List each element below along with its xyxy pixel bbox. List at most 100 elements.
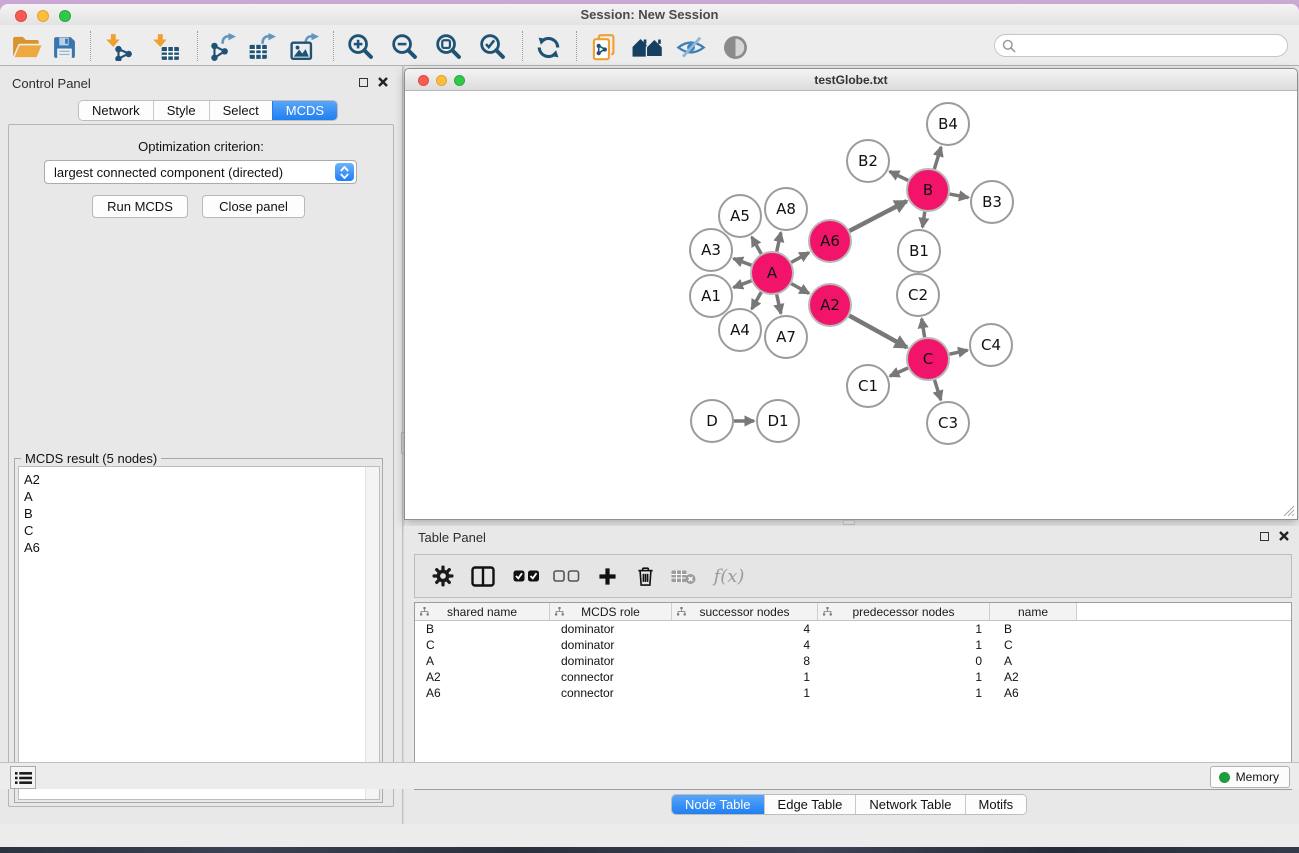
graph-edge-A-A4[interactable]	[752, 292, 761, 309]
column-header-mcds-role[interactable]: MCDS role	[550, 603, 672, 620]
graph-node-A4[interactable]: A4	[719, 309, 761, 351]
graph-node-C[interactable]: C	[907, 338, 949, 380]
window-resize-grip[interactable]	[1282, 504, 1295, 517]
mcds-result-list[interactable]: A2ABCA6	[18, 466, 380, 800]
graph-node-A5[interactable]: A5	[719, 195, 761, 237]
horizontal-divider-grip[interactable]	[843, 520, 855, 525]
home-button[interactable]	[632, 32, 664, 62]
save-session-button[interactable]	[52, 32, 77, 62]
delete-table-button[interactable]	[667, 560, 699, 592]
export-image-button[interactable]	[290, 32, 319, 62]
graph-edge-A2-C[interactable]	[849, 316, 907, 348]
table-row[interactable]: A2connector11A2	[415, 669, 1291, 685]
table-close-button[interactable]	[1277, 529, 1291, 543]
tab-style[interactable]: Style	[153, 101, 209, 120]
graph-edge-B-B2[interactable]	[890, 171, 909, 180]
table-row[interactable]: A6connector11A6	[415, 685, 1291, 701]
open-session-button[interactable]	[12, 32, 42, 62]
graph-edge-C-C1[interactable]	[890, 368, 908, 376]
table-tab-network-table[interactable]: Network Table	[855, 795, 964, 814]
graph-node-C3[interactable]: C3	[927, 402, 969, 444]
graph-edge-A-A8[interactable]	[777, 232, 781, 251]
column-header-successor-nodes[interactable]: successor nodes	[672, 603, 818, 620]
tab-network[interactable]: Network	[79, 101, 153, 120]
column-header-predecessor-nodes[interactable]: predecessor nodes	[818, 603, 990, 620]
graph-edge-C-C4[interactable]	[949, 350, 967, 354]
delete-column-button[interactable]	[630, 560, 660, 592]
graph-node-D1[interactable]: D1	[757, 400, 799, 442]
task-history-button[interactable]	[10, 766, 36, 789]
mcds-result-item[interactable]: A6	[19, 539, 379, 556]
graph-node-C2[interactable]: C2	[897, 274, 939, 316]
tab-select[interactable]: Select	[209, 101, 272, 120]
criterion-select[interactable]: largest connected component (directed)	[44, 160, 357, 184]
zoom-out-button[interactable]	[391, 32, 419, 62]
graph-node-B3[interactable]: B3	[971, 181, 1013, 223]
graph-node-A2[interactable]: A2	[809, 284, 851, 326]
export-table-button[interactable]	[248, 32, 276, 62]
graph-edge-A-A6[interactable]	[791, 253, 809, 263]
graph-edge-B-B4[interactable]	[934, 147, 941, 169]
search-input[interactable]	[1016, 39, 1287, 53]
table-tab-node-table[interactable]: Node Table	[672, 795, 764, 814]
table-row[interactable]: Bdominator41B	[415, 621, 1291, 637]
close-panel-button[interactable]	[376, 75, 390, 89]
zoom-in-button[interactable]	[347, 32, 375, 62]
graph-node-B2[interactable]: B2	[847, 140, 889, 182]
show-graphics-details-button[interactable]	[722, 32, 749, 62]
graph-edge-B-B3[interactable]	[950, 194, 969, 198]
table-row[interactable]: Cdominator41C	[415, 637, 1291, 653]
mcds-result-item[interactable]: C	[19, 522, 379, 539]
mcds-result-item[interactable]: A2	[19, 471, 379, 488]
float-panel-button[interactable]	[356, 75, 370, 89]
run-mcds-button[interactable]: Run MCDS	[92, 195, 188, 218]
graph-edge-A-A5[interactable]	[752, 237, 761, 254]
graph-edge-C-C2[interactable]	[922, 319, 925, 338]
graph-edge-A-A7[interactable]	[777, 294, 781, 313]
graph-edge-A-A1[interactable]	[733, 281, 751, 288]
graph-node-B[interactable]: B	[907, 169, 949, 211]
table-tab-motifs[interactable]: Motifs	[965, 795, 1027, 814]
graph-edge-A6-B[interactable]	[850, 201, 907, 231]
table-float-button[interactable]	[1257, 529, 1271, 543]
graph-node-A7[interactable]: A7	[765, 316, 807, 358]
import-table-button[interactable]	[152, 32, 180, 62]
scrollbar-track[interactable]	[365, 467, 379, 799]
tab-mcds[interactable]: MCDS	[272, 101, 337, 120]
export-network-button[interactable]	[208, 32, 236, 62]
import-network-button[interactable]	[105, 32, 133, 62]
table-tab-edge-table[interactable]: Edge Table	[764, 795, 856, 814]
graph-node-B1[interactable]: B1	[898, 230, 940, 272]
graph-node-C4[interactable]: C4	[970, 324, 1012, 366]
network-canvas[interactable]: B4B2BB3A8A5A6A3B1AA1C2A2A4A7C4CC1C3DD1	[406, 92, 1297, 519]
function-builder-button[interactable]: f(x)	[709, 560, 749, 592]
column-header-shared-name[interactable]: shared name	[415, 603, 550, 620]
select-all-button[interactable]	[509, 560, 543, 592]
add-column-button[interactable]	[592, 560, 622, 592]
graph-node-D[interactable]: D	[691, 400, 733, 442]
graph-node-A3[interactable]: A3	[690, 229, 732, 271]
graph-edge-A-A2[interactable]	[791, 284, 809, 294]
mcds-result-item[interactable]: B	[19, 505, 379, 522]
graph-edge-B-B1[interactable]	[923, 212, 925, 227]
mcds-result-item[interactable]: A	[19, 488, 379, 505]
graph-node-A6[interactable]: A6	[809, 220, 851, 262]
memory-button[interactable]: Memory	[1210, 766, 1290, 788]
table-row[interactable]: Adominator80A	[415, 653, 1291, 669]
hide-graphics-details-button[interactable]	[676, 32, 706, 62]
deselect-all-button[interactable]	[549, 560, 583, 592]
zoom-selected-button[interactable]	[479, 32, 507, 62]
graph-edge-A-A3[interactable]	[733, 258, 751, 265]
graph-node-A[interactable]: A	[751, 252, 793, 294]
duplicate-session-button[interactable]	[591, 32, 618, 62]
refresh-view-button[interactable]	[535, 32, 562, 62]
column-header-name[interactable]: name	[990, 603, 1077, 620]
graph-edge-C-C3[interactable]	[935, 380, 941, 400]
graph-node-B4[interactable]: B4	[927, 103, 969, 145]
graph-node-A8[interactable]: A8	[765, 188, 807, 230]
close-panel-action-button[interactable]: Close panel	[202, 195, 305, 218]
graph-node-A1[interactable]: A1	[690, 275, 732, 317]
zoom-fit-button[interactable]	[435, 32, 463, 62]
search-box[interactable]	[994, 34, 1288, 57]
table-settings-button[interactable]	[428, 560, 458, 592]
